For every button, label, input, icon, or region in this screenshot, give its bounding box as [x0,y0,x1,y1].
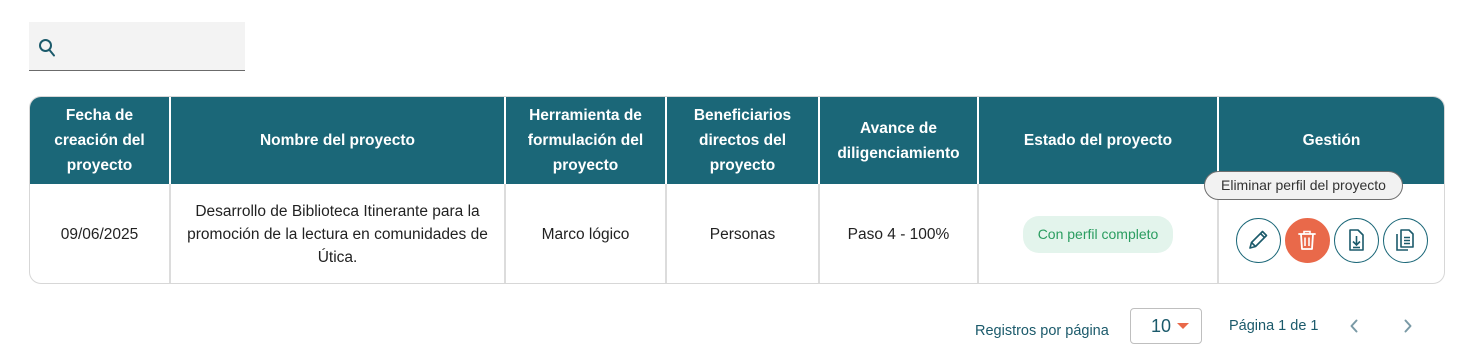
action-buttons [1235,217,1428,263]
search-input[interactable] [29,22,245,71]
trash-icon [1298,230,1316,250]
download-icon [1349,229,1364,251]
download-button[interactable] [1333,217,1379,263]
search-field[interactable] [63,32,237,62]
cell-herramienta: Marco lógico [506,184,667,283]
page-info: Página 1 de 1 [1229,318,1319,334]
edit-button[interactable] [1235,217,1281,263]
header-beneficiarios: Beneficiarios directos del proyecto [667,97,820,184]
prev-page-button[interactable] [1344,316,1364,336]
per-page-value: 10 [1151,315,1172,336]
cell-estado: Con perfil completo [979,184,1219,283]
header-avance: Avance de diligenciamiento [820,97,979,184]
cell-nombre: Desarrollo de Biblioteca Itinerante para… [171,184,506,283]
edit-icon [1249,230,1268,249]
header-nombre: Nombre del proyecto [171,97,506,184]
status-badge: Con perfil completo [1022,215,1174,253]
header-estado: Estado del proyecto [979,97,1219,184]
delete-tooltip: Eliminar perfil del proyecto [1204,171,1403,200]
per-page-label: Registros por página [975,323,1109,339]
header-fecha: Fecha de creación del proyecto [30,97,171,184]
chevron-left-icon [1350,319,1358,333]
chevron-right-icon [1404,319,1412,333]
caret-down-icon [1177,323,1189,329]
header-herramienta: Herramienta de formulación del proyecto [506,97,667,184]
delete-button[interactable] [1284,217,1330,263]
next-page-button[interactable] [1398,316,1418,336]
search-icon [39,39,55,57]
per-page-select[interactable]: 10 [1130,308,1202,344]
cell-fecha: 09/06/2025 [30,184,171,283]
copy-button[interactable] [1382,217,1428,263]
cell-avance: Paso 4 - 100% [820,184,979,283]
copy-document-icon [1396,229,1414,251]
cell-beneficiarios: Personas [667,184,820,283]
